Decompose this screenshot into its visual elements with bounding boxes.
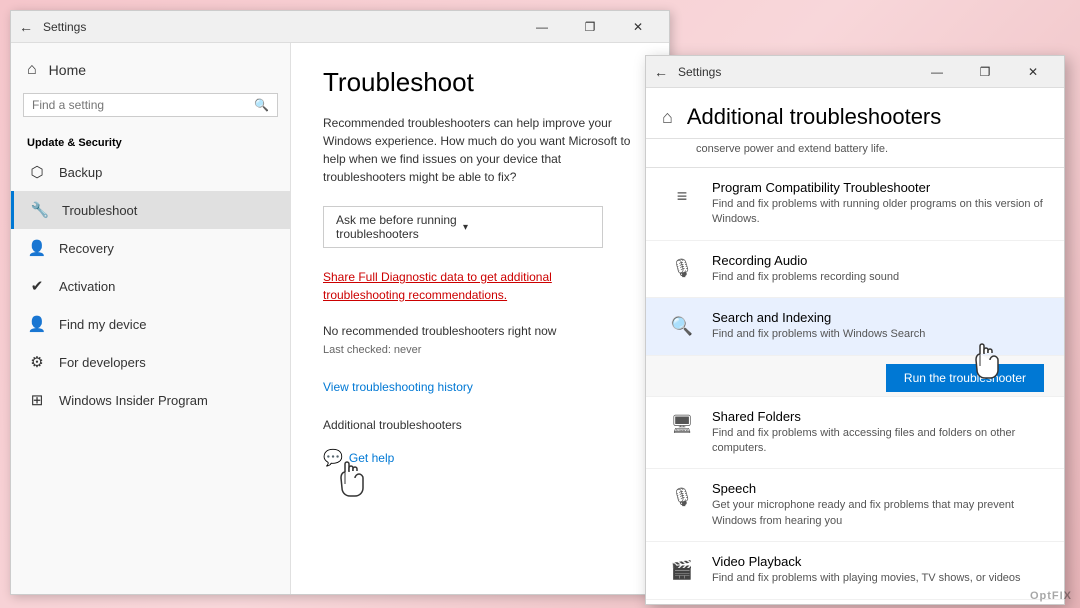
sidebar-item-for-developers-label: For developers bbox=[59, 355, 146, 370]
get-help-icon: 💬 bbox=[323, 448, 343, 468]
video-playback-desc: Find and fix problems with playing movie… bbox=[712, 571, 1044, 586]
video-playback-text: Video Playback Find and fix problems wit… bbox=[712, 554, 1044, 586]
diagnostic-link[interactable]: Share Full Diagnostic data to get additi… bbox=[323, 268, 637, 304]
find-my-device-icon: 👤 bbox=[27, 315, 47, 333]
program-compat-icon: ≡ bbox=[666, 180, 698, 212]
program-compat-text: Program Compatibility Troubleshooter Fin… bbox=[712, 180, 1044, 228]
search-indexing-text: Search and Indexing Find and fix problem… bbox=[712, 310, 1044, 342]
minimize-button-1[interactable]: — bbox=[519, 11, 565, 43]
search-indexing-title: Search and Indexing bbox=[712, 310, 1044, 325]
recording-audio-icon: 🎙 bbox=[666, 253, 698, 285]
sidebar-item-backup[interactable]: ⬡ Backup bbox=[11, 153, 290, 191]
minimize-button-2[interactable]: — bbox=[914, 56, 960, 88]
sidebar-item-home[interactable]: ⌂ Home bbox=[11, 51, 290, 89]
shared-folders-icon: 🖥 bbox=[666, 409, 698, 441]
get-help-link[interactable]: 💬 Get help bbox=[323, 448, 637, 468]
troubleshooter-item-speech[interactable]: 🎙 Speech Get your microphone ready and f… bbox=[646, 469, 1064, 542]
sidebar-item-find-my-device[interactable]: 👤 Find my device bbox=[11, 305, 290, 343]
sidebar-item-recovery[interactable]: 👤 Recovery bbox=[11, 229, 290, 267]
win2-header: ⌂ Additional troubleshooters bbox=[646, 88, 1064, 139]
backup-icon: ⬡ bbox=[27, 163, 47, 181]
recording-audio-desc: Find and fix problems recording sound bbox=[712, 270, 1044, 285]
recovery-icon: 👤 bbox=[27, 239, 47, 257]
troubleshooter-item-video-playback[interactable]: 🎬 Video Playback Find and fix problems w… bbox=[646, 542, 1064, 599]
activation-icon: ✔ bbox=[27, 277, 47, 295]
troubleshooter-item-windows-store[interactable]: ⊞ Windows Store Apps Troubleshoot proble… bbox=[646, 600, 1064, 604]
troubleshooter-item-recording-audio[interactable]: 🎙 Recording Audio Find and fix problems … bbox=[646, 241, 1064, 298]
sidebar-home-label: Home bbox=[49, 62, 86, 78]
windows-insider-icon: ⊞ bbox=[27, 391, 47, 409]
troubleshooter-mode-dropdown[interactable]: Ask me before running troubleshooters ▾ bbox=[323, 206, 603, 248]
sidebar-item-for-developers[interactable]: ⚙ For developers bbox=[11, 343, 290, 381]
additional-troubleshooters-label: Additional troubleshooters bbox=[323, 418, 637, 432]
page-title: Troubleshoot bbox=[323, 67, 637, 98]
dropdown-value: Ask me before running troubleshooters bbox=[336, 213, 463, 241]
win2-page-title: Additional troubleshooters bbox=[687, 104, 941, 130]
back-button[interactable]: ← bbox=[19, 19, 33, 35]
shared-folders-title: Shared Folders bbox=[712, 409, 1044, 424]
watermark: OptFIX bbox=[1030, 590, 1072, 602]
sidebar: ⌂ Home 🔍 Update & Security ⬡ Backup 🔧 Tr… bbox=[11, 43, 291, 594]
close-button-1[interactable]: ✕ bbox=[615, 11, 661, 43]
win1-body: ⌂ Home 🔍 Update & Security ⬡ Backup 🔧 Tr… bbox=[11, 43, 669, 594]
shared-folders-text: Shared Folders Find and fix problems wit… bbox=[712, 409, 1044, 457]
run-button-area: Run the troubleshooter bbox=[646, 356, 1064, 397]
settings-window-1: ← Settings — ❐ ✕ ⌂ Home 🔍 Update & Secur… bbox=[10, 10, 670, 595]
program-compat-desc: Find and fix problems with running older… bbox=[712, 197, 1044, 228]
search-box[interactable]: 🔍 bbox=[23, 93, 278, 117]
main-description: Recommended troubleshooters can help imp… bbox=[323, 114, 637, 186]
shared-folders-desc: Find and fix problems with accessing fil… bbox=[712, 426, 1044, 457]
section-header: Update & Security bbox=[11, 129, 290, 153]
settings-window-2: ← Settings — ❐ ✕ ⌂ Additional troublesho… bbox=[645, 55, 1065, 605]
main-content: Troubleshoot Recommended troubleshooters… bbox=[291, 43, 669, 594]
search-indexing-desc: Find and fix problems with Windows Searc… bbox=[712, 327, 1044, 342]
no-recommended-text: No recommended troubleshooters right now bbox=[323, 324, 637, 338]
recording-audio-title: Recording Audio bbox=[712, 253, 1044, 268]
search-indexing-icon: 🔍 bbox=[666, 310, 698, 342]
titlebar-1: ← Settings — ❐ ✕ bbox=[11, 11, 669, 43]
win2-home-icon: ⌂ bbox=[662, 107, 673, 128]
speech-title: Speech bbox=[712, 481, 1044, 496]
sidebar-item-recovery-label: Recovery bbox=[59, 241, 114, 256]
sidebar-item-troubleshoot[interactable]: 🔧 Troubleshoot bbox=[11, 191, 290, 229]
troubleshooter-item-program-compat[interactable]: ≡ Program Compatibility Troubleshooter F… bbox=[646, 168, 1064, 241]
close-button-2[interactable]: ✕ bbox=[1010, 56, 1056, 88]
speech-text: Speech Get your microphone ready and fix… bbox=[712, 481, 1044, 529]
troubleshooter-item-shared-folders[interactable]: 🖥 Shared Folders Find and fix problems w… bbox=[646, 397, 1064, 470]
sidebar-item-activation[interactable]: ✔ Activation bbox=[11, 267, 290, 305]
get-help-label: Get help bbox=[349, 451, 394, 465]
win2-body: ⌂ Additional troubleshooters conserve po… bbox=[646, 88, 1064, 604]
recording-audio-text: Recording Audio Find and fix problems re… bbox=[712, 253, 1044, 285]
search-icon: 🔍 bbox=[254, 98, 269, 112]
video-playback-title: Video Playback bbox=[712, 554, 1044, 569]
sidebar-item-troubleshoot-label: Troubleshoot bbox=[62, 203, 137, 218]
titlebar-2: ← Settings — ❐ ✕ bbox=[646, 56, 1064, 88]
troubleshoot-icon: 🔧 bbox=[30, 201, 50, 219]
troubleshooter-item-search-indexing[interactable]: 🔍 Search and Indexing Find and fix probl… bbox=[646, 298, 1064, 355]
run-troubleshooter-button[interactable]: Run the troubleshooter bbox=[886, 364, 1044, 392]
win2-subtitle: conserve power and extend battery life. bbox=[646, 139, 1064, 168]
last-checked-text: Last checked: never bbox=[323, 344, 637, 356]
program-compat-title: Program Compatibility Troubleshooter bbox=[712, 180, 1044, 195]
window-title-1: Settings bbox=[43, 20, 519, 34]
window-title-2: Settings bbox=[678, 65, 914, 79]
sidebar-item-activation-label: Activation bbox=[59, 279, 115, 294]
window-controls-1: — ❐ ✕ bbox=[519, 11, 661, 43]
home-icon: ⌂ bbox=[27, 61, 37, 79]
speech-icon: 🎙 bbox=[666, 481, 698, 513]
sidebar-item-windows-insider[interactable]: ⊞ Windows Insider Program bbox=[11, 381, 290, 419]
search-input[interactable] bbox=[32, 98, 254, 112]
sidebar-item-find-my-device-label: Find my device bbox=[59, 317, 146, 332]
for-developers-icon: ⚙ bbox=[27, 353, 47, 371]
back-button-2[interactable]: ← bbox=[654, 64, 668, 80]
maximize-button-2[interactable]: ❐ bbox=[962, 56, 1008, 88]
sidebar-item-backup-label: Backup bbox=[59, 165, 102, 180]
chevron-down-icon: ▾ bbox=[463, 222, 590, 233]
view-history-link[interactable]: View troubleshooting history bbox=[323, 380, 637, 394]
maximize-button-1[interactable]: ❐ bbox=[567, 11, 613, 43]
speech-desc: Get your microphone ready and fix proble… bbox=[712, 498, 1044, 529]
sidebar-item-windows-insider-label: Windows Insider Program bbox=[59, 393, 208, 408]
video-playback-icon: 🎬 bbox=[666, 554, 698, 586]
window-controls-2: — ❐ ✕ bbox=[914, 56, 1056, 88]
